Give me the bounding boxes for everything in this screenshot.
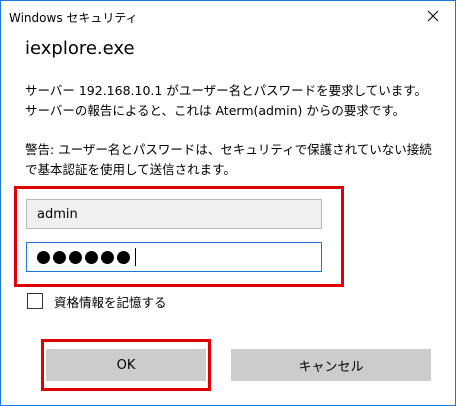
close-button[interactable] (411, 1, 455, 31)
ok-highlight (41, 339, 211, 391)
cancel-button[interactable]: キャンセル (231, 349, 431, 381)
warning-message: 警告: ユーザー名とパスワードは、セキュリティで保護されていない接続で基本認証を… (25, 142, 432, 177)
close-icon (427, 10, 439, 22)
title-bar: Windows セキュリティ (1, 1, 455, 31)
request-message: サーバー 192.168.10.1 がユーザー名とパスワードを要求しています。サ… (25, 83, 427, 118)
security-dialog: Windows セキュリティ iexplore.exe サーバー 192.168… (0, 0, 456, 406)
remember-row[interactable]: 資格情報を記憶する (27, 291, 167, 311)
credentials-highlight (14, 186, 344, 287)
app-name: iexplore.exe (25, 38, 135, 59)
remember-label: 資格情報を記憶する (54, 294, 167, 310)
window-title: Windows セキュリティ (9, 11, 138, 25)
remember-checkbox[interactable] (27, 293, 43, 309)
